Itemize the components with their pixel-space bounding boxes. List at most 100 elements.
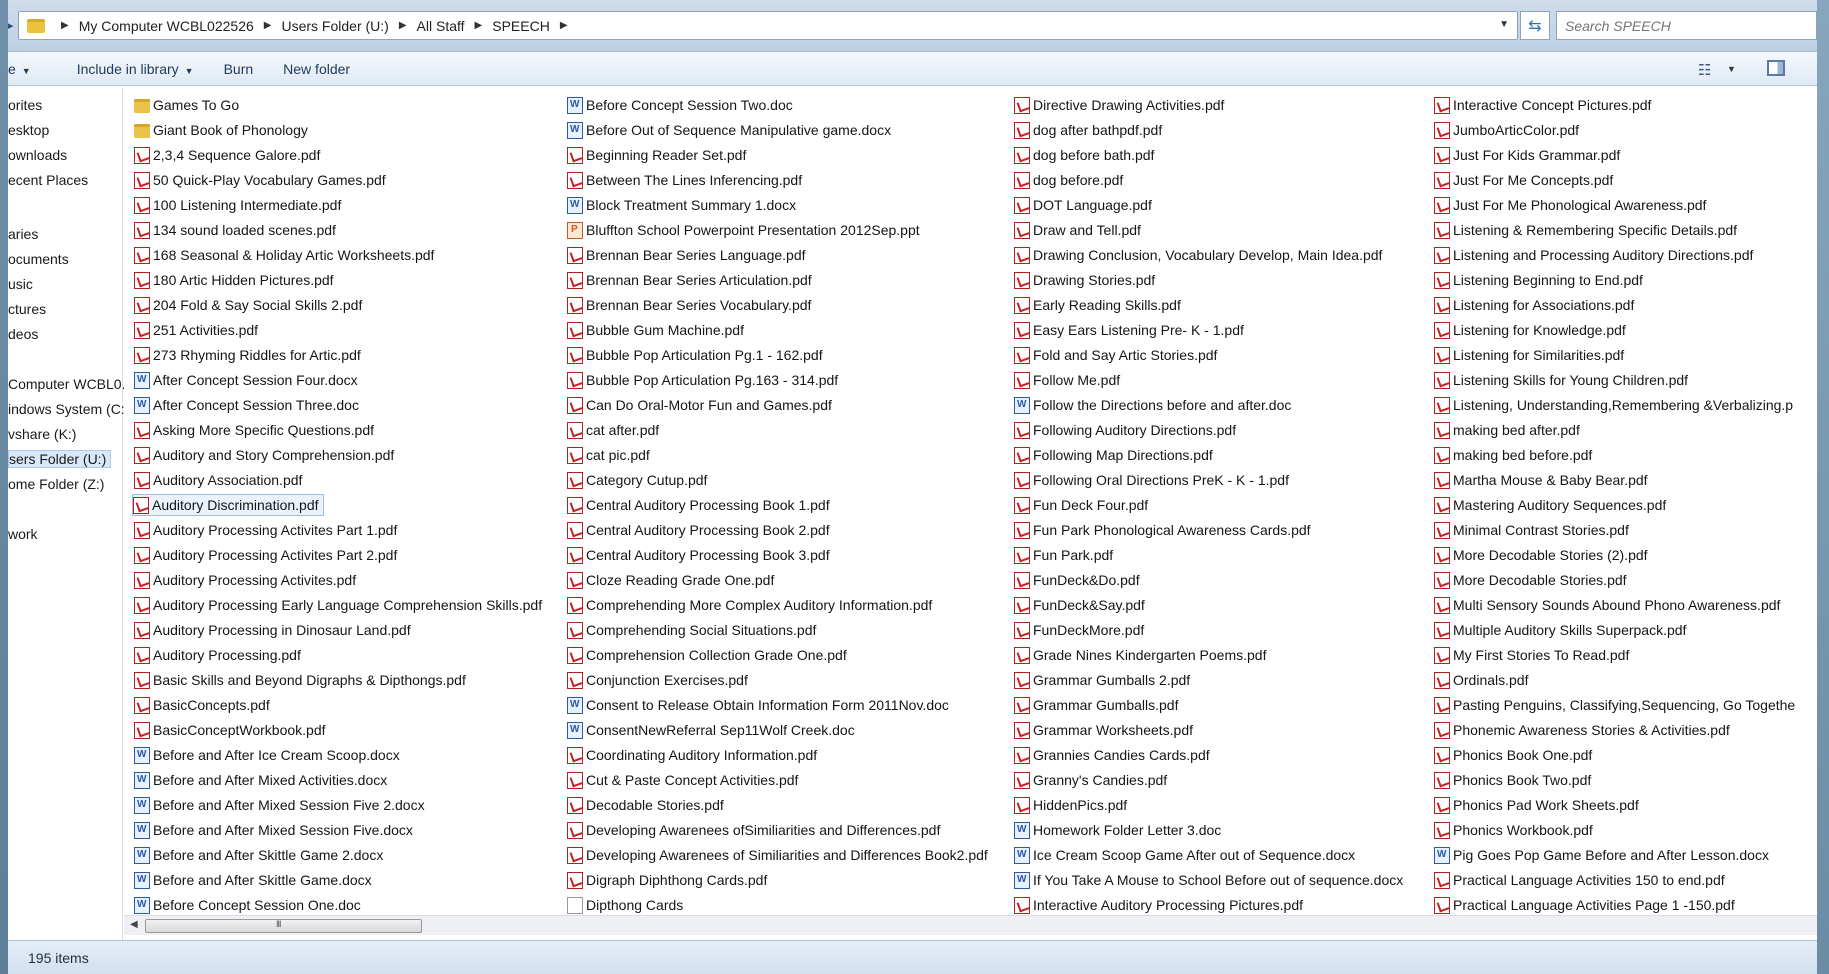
file-item[interactable]: Granny's Candies.pdf	[1014, 769, 1167, 791]
file-item[interactable]: Mastering Auditory Sequences.pdf	[1434, 494, 1666, 516]
file-item[interactable]: 273 Rhyming Riddles for Artic.pdf	[134, 344, 361, 366]
nav-documents[interactable]: ocuments	[8, 251, 69, 267]
file-item[interactable]: After Concept Session Four.docx	[134, 369, 358, 391]
new-folder-button[interactable]: New folder	[283, 61, 350, 77]
file-item[interactable]: More Decodable Stories (2).pdf	[1434, 544, 1648, 566]
file-item[interactable]: Beginning Reader Set.pdf	[567, 144, 746, 166]
file-item[interactable]: dog before.pdf	[1014, 169, 1123, 191]
file-item[interactable]: HiddenPics.pdf	[1014, 794, 1127, 816]
breadcrumb-all-staff[interactable]: All Staff ▶	[417, 18, 493, 34]
file-item[interactable]: 180 Artic Hidden Pictures.pdf	[134, 269, 334, 291]
file-item[interactable]: Phonics Book Two.pdf	[1434, 769, 1591, 791]
file-item[interactable]: Bluffton School Powerpoint Presentation …	[567, 219, 920, 241]
file-item[interactable]: Listening & Remembering Specific Details…	[1434, 219, 1737, 241]
file-item[interactable]: Pasting Penguins, Classifying,Sequencing…	[1434, 694, 1795, 716]
file-item[interactable]: Auditory Processing Activites Part 2.pdf	[134, 544, 397, 566]
file-item[interactable]: dog before bath.pdf	[1014, 144, 1154, 166]
nav-vshare-drive[interactable]: vshare (K:)	[8, 426, 76, 442]
file-item[interactable]: Fun Park Phonological Awareness Cards.pd…	[1014, 519, 1311, 541]
nav-recent-places[interactable]: ecent Places	[8, 172, 88, 188]
file-item[interactable]: Grammar Gumballs.pdf	[1014, 694, 1178, 716]
file-item[interactable]: More Decodable Stories.pdf	[1434, 569, 1627, 591]
file-item[interactable]: Auditory Processing in Dinosaur Land.pdf	[134, 619, 411, 641]
nav-network[interactable]: work	[8, 526, 38, 542]
file-item[interactable]: Phonics Book One.pdf	[1434, 744, 1592, 766]
file-item[interactable]: 134 sound loaded scenes.pdf	[134, 219, 336, 241]
file-item[interactable]: FunDeck&Say.pdf	[1014, 594, 1145, 616]
nav-windows-system-drive[interactable]: indows System (C:	[8, 401, 125, 417]
preview-pane-icon[interactable]	[1767, 60, 1785, 76]
search-input[interactable]	[1565, 17, 1805, 34]
file-item[interactable]: Auditory and Story Comprehension.pdf	[134, 444, 394, 466]
file-item[interactable]: Ice Cream Scoop Game After out of Sequen…	[1014, 844, 1355, 866]
breadcrumb-speech[interactable]: SPEECH ▶	[492, 18, 577, 34]
nav-computer[interactable]: Computer WCBL0...	[8, 376, 133, 392]
file-item[interactable]: Just For Me Concepts.pdf	[1434, 169, 1613, 191]
file-item[interactable]: Auditory Association.pdf	[134, 469, 302, 491]
file-item[interactable]: Fun Deck Four.pdf	[1014, 494, 1148, 516]
file-item[interactable]: Phonemic Awareness Stories & Activities.…	[1434, 719, 1730, 741]
file-item[interactable]: dog after bathpdf.pdf	[1014, 119, 1162, 141]
include-in-library-button[interactable]: Include in library ▼	[77, 61, 194, 77]
file-item[interactable]: Can Do Oral-Motor Fun and Games.pdf	[567, 394, 832, 416]
file-item[interactable]: Asking More Specific Questions.pdf	[134, 419, 374, 441]
nav-music[interactable]: usic	[8, 276, 33, 292]
nav-favorites[interactable]: orites	[8, 97, 42, 113]
file-item[interactable]: Developing Awarenees ofSimiliarities and…	[567, 819, 940, 841]
file-item[interactable]: Auditory Processing.pdf	[134, 644, 301, 666]
file-item[interactable]: Drawing Stories.pdf	[1014, 269, 1155, 291]
file-item[interactable]: making bed before.pdf	[1434, 444, 1592, 466]
file-item[interactable]: Following Oral Directions PreK - K - 1.p…	[1014, 469, 1289, 491]
file-item[interactable]: Practical Language Activities 150 to end…	[1434, 869, 1725, 891]
file-item[interactable]: FunDeck&Do.pdf	[1014, 569, 1140, 591]
file-item[interactable]: Practical Language Activities Page 1 -15…	[1434, 894, 1735, 915]
file-item[interactable]: Auditory Processing Early Language Compr…	[134, 594, 542, 616]
search-box[interactable]	[1556, 11, 1817, 40]
nav-desktop[interactable]: esktop	[8, 122, 49, 138]
file-item[interactable]: BasicConceptWorkbook.pdf	[134, 719, 326, 741]
folder-item[interactable]: Games To Go	[134, 94, 239, 116]
file-item[interactable]: Comprehending More Complex Auditory Info…	[567, 594, 932, 616]
address-dropdown-icon[interactable]: ▼	[1499, 19, 1509, 30]
horizontal-scrollbar[interactable]: ◀ III	[124, 915, 1817, 935]
refresh-button[interactable]: ⇆	[1520, 11, 1550, 40]
file-item[interactable]: DOT Language.pdf	[1014, 194, 1152, 216]
file-item[interactable]: Directive Drawing Activities.pdf	[1014, 94, 1224, 116]
file-item[interactable]: making bed after.pdf	[1434, 419, 1580, 441]
file-item[interactable]: Listening for Knowledge.pdf	[1434, 319, 1626, 341]
file-item[interactable]: Comprehension Collection Grade One.pdf	[567, 644, 847, 666]
organize-button[interactable]: e ▼	[8, 61, 31, 77]
nav-users-folder-drive[interactable]: sers Folder (U:)	[8, 450, 112, 468]
file-item[interactable]: Phonics Workbook.pdf	[1434, 819, 1593, 841]
file-item[interactable]: Grammar Worksheets.pdf	[1014, 719, 1193, 741]
file-item[interactable]: Listening for Similarities.pdf	[1434, 344, 1624, 366]
breadcrumb-my-computer[interactable]: My Computer WCBL022526 ▶	[79, 18, 282, 34]
file-item[interactable]: cat pic.pdf	[567, 444, 650, 466]
file-item[interactable]: Pig Goes Pop Game Before and After Lesso…	[1434, 844, 1769, 866]
file-item[interactable]: 251 Activities.pdf	[134, 319, 258, 341]
file-item[interactable]: Before Out of Sequence Manipulative game…	[567, 119, 891, 141]
file-item[interactable]: Multiple Auditory Skills Superpack.pdf	[1434, 619, 1686, 641]
file-item[interactable]: Central Auditory Processing Book 2.pdf	[567, 519, 830, 541]
file-item[interactable]: Listening Beginning to End.pdf	[1434, 269, 1643, 291]
file-item[interactable]: BasicConcepts.pdf	[134, 694, 270, 716]
file-item[interactable]: Coordinating Auditory Information.pdf	[567, 744, 817, 766]
file-item[interactable]: Early Reading Skills.pdf	[1014, 294, 1181, 316]
file-item[interactable]: Drawing Conclusion, Vocabulary Develop, …	[1014, 244, 1382, 266]
file-item[interactable]: Comprehending Social Situations.pdf	[567, 619, 816, 641]
file-item[interactable]: Bubble Pop Articulation Pg.1 - 162.pdf	[567, 344, 823, 366]
file-item[interactable]: Bubble Gum Machine.pdf	[567, 319, 744, 341]
nav-home-folder-drive[interactable]: ome Folder (Z:)	[8, 476, 104, 492]
nav-videos[interactable]: deos	[8, 326, 38, 342]
file-item[interactable]: Just For Me Phonological Awareness.pdf	[1434, 194, 1706, 216]
file-item[interactable]: Category Cutup.pdf	[567, 469, 707, 491]
file-item[interactable]: 204 Fold & Say Social Skills 2.pdf	[134, 294, 362, 316]
file-item[interactable]: Digraph Diphthong Cards.pdf	[567, 869, 767, 891]
file-item[interactable]: Follow Me.pdf	[1014, 369, 1120, 391]
file-item[interactable]: Multi Sensory Sounds Abound Phono Awaren…	[1434, 594, 1780, 616]
scroll-left-icon[interactable]: ◀	[130, 919, 138, 930]
file-item[interactable]: Cut & Paste Concept Activities.pdf	[567, 769, 798, 791]
file-item[interactable]: After Concept Session Three.doc	[134, 394, 359, 416]
file-item[interactable]: Auditory Processing Activites.pdf	[134, 569, 356, 591]
file-item[interactable]: Ordinals.pdf	[1434, 669, 1528, 691]
